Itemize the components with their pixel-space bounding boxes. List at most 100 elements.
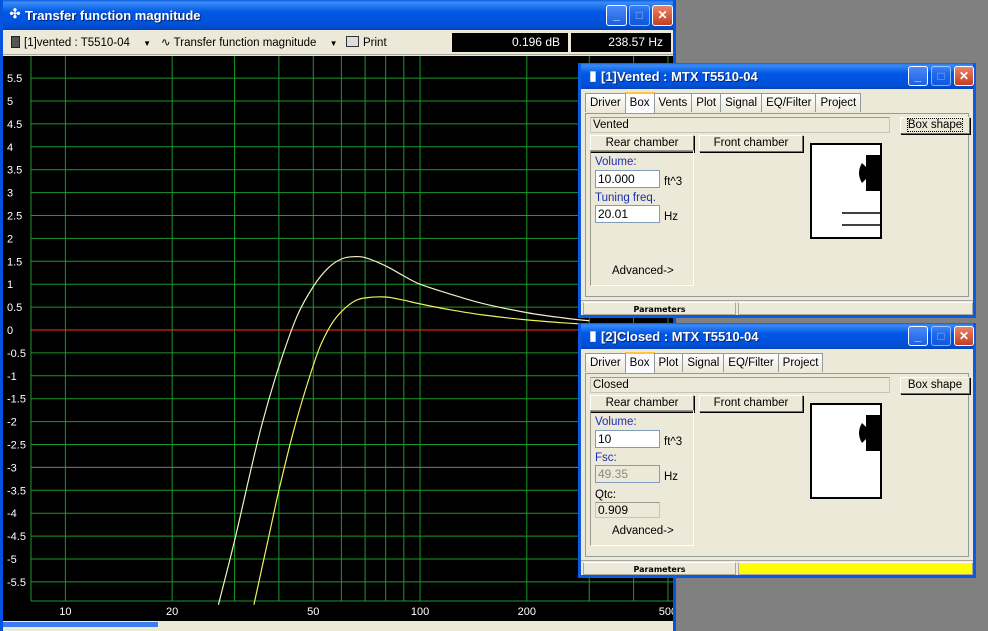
box-type-label: Closed: [590, 377, 890, 393]
x-tick-label: 50: [307, 606, 319, 618]
y-tick-label: -3: [7, 462, 17, 474]
closed-box-diagram: [810, 403, 882, 499]
volume-label: Volume:: [595, 416, 637, 428]
box-shape-label: Box shape: [906, 118, 964, 132]
y-tick-label: -1: [7, 371, 17, 383]
speaker-icon: ▮: [589, 68, 597, 83]
rear-chamber-panel: Volume: 10.000 ft^3 Tuning freq. 20.01 H…: [590, 150, 694, 286]
tab-plot[interactable]: Plot: [691, 93, 722, 112]
vented-box-window: ▮ [1]Vented : MTX T5510-04 _ □ ✕ Driver B…: [578, 63, 976, 318]
fsc-unit: Hz: [664, 471, 679, 483]
tab-vents[interactable]: Vents: [653, 93, 693, 112]
tab-box[interactable]: Box: [624, 352, 655, 373]
front-chamber-button[interactable]: Front chamber: [699, 135, 803, 152]
speaker-icon: [11, 36, 20, 48]
y-tick-label: -5.5: [7, 577, 26, 589]
qtc-value: 0.909: [595, 502, 660, 518]
vented-statusbar: Parameters: [581, 300, 973, 315]
minimize-button[interactable]: _: [606, 5, 627, 26]
tuning-freq-input[interactable]: 20.01: [595, 205, 660, 223]
y-tick-label: -4: [7, 508, 17, 520]
closed-title: [2]Closed : MTX T5510-04: [601, 329, 759, 344]
y-tick-label: 2.5: [7, 211, 22, 223]
view-select[interactable]: ∿ Transfer function magnitude ▼: [161, 34, 338, 52]
print-button[interactable]: Print: [346, 34, 387, 52]
x-tick-label: 100: [411, 606, 429, 618]
advanced-link[interactable]: Advanced->: [612, 265, 674, 277]
x-tick-label: 20: [166, 606, 178, 618]
y-tick-label: 5.5: [7, 73, 22, 85]
x-tick-label: 200: [518, 606, 536, 618]
speaker-driver-icon: [859, 415, 880, 451]
volume-input[interactable]: 10: [595, 430, 660, 448]
vented-titlebar[interactable]: ▮ [1]Vented : MTX T5510-04 _ □ ✕: [581, 63, 974, 89]
front-chamber-button[interactable]: Front chamber: [699, 395, 803, 412]
horizontal-scrollbar[interactable]: [3, 621, 673, 631]
db-readout: 0.196 dB: [452, 33, 568, 52]
tuning-freq-label: Tuning freq.: [595, 192, 656, 204]
minimize-button[interactable]: _: [908, 66, 928, 86]
y-tick-label: 5: [7, 96, 13, 108]
tab-project[interactable]: Project: [815, 93, 862, 112]
close-button[interactable]: ✕: [954, 66, 974, 86]
x-tick-label: 500: [659, 606, 673, 618]
maximize-button[interactable]: □: [931, 326, 951, 346]
maximize-button[interactable]: □: [931, 66, 951, 86]
chart-svg: 5.5 5 4.5 4 3.5 3 2.5 2 1.5 1 0.5 0 -0.5 -1 -1.5 -2 -2.5…: [7, 56, 673, 618]
main-window-title: Transfer function magnitude: [25, 8, 201, 23]
tab-project[interactable]: Project: [777, 353, 824, 372]
vented-tabs: Driver Box Vents Plot Signal EQ/Filter Project: [585, 92, 862, 113]
tab-box[interactable]: Box: [624, 92, 655, 113]
chevron-down-icon: ▼: [143, 39, 152, 48]
closed-tabs: Driver Box Plot Signal EQ/Filter Project: [585, 352, 824, 373]
fsc-label: Fsc:: [595, 452, 617, 464]
volume-unit: ft^3: [664, 176, 683, 188]
maximize-button[interactable]: □: [629, 5, 650, 26]
closed-statusbar: Parameters: [581, 560, 973, 575]
status-empty: [738, 302, 973, 315]
close-button[interactable]: ✕: [954, 326, 974, 346]
tab-plot[interactable]: Plot: [653, 353, 684, 372]
tab-eq-filter[interactable]: EQ/Filter: [723, 353, 779, 372]
y-tick-label: 0.5: [7, 302, 22, 314]
vented-title: [1]Vented : MTX T5510-04: [601, 69, 758, 84]
box-shape-button[interactable]: Box shape: [900, 377, 970, 394]
advanced-link[interactable]: Advanced->: [612, 525, 674, 537]
tab-signal[interactable]: Signal: [720, 93, 763, 112]
box-type-label: Vented: [590, 117, 890, 133]
status-parameters: Parameters: [583, 562, 736, 575]
closed-box-window: ▮ [2]Closed : MTX T5510-04 _ □ ✕ Driver B…: [578, 323, 976, 578]
rear-chamber-panel: Volume: 10 ft^3 Fsc: 49.35 Hz Qtc: 0.909…: [590, 410, 694, 546]
y-tick-label: 1: [7, 279, 13, 291]
y-tick-label: -5: [7, 554, 17, 566]
y-tick-label: 2: [7, 233, 13, 245]
chevron-down-icon: ▼: [329, 39, 338, 48]
magnitude-plot[interactable]: 5.5 5 4.5 4 3.5 3 2.5 2 1.5 1 0.5 0 -0.5 -1 -1.5 -2 -2.5…: [3, 56, 673, 621]
scrollbar-thumb[interactable]: [3, 622, 158, 627]
tab-driver[interactable]: Driver: [585, 353, 626, 372]
close-button[interactable]: ✕: [652, 5, 673, 26]
hz-readout: 238.57 Hz: [571, 33, 671, 52]
vented-box-tab: Vented Box shape Rear chamber Front cham…: [585, 113, 970, 297]
tab-driver[interactable]: Driver: [585, 93, 626, 112]
tab-eq-filter[interactable]: EQ/Filter: [761, 93, 817, 112]
minimize-button[interactable]: _: [908, 326, 928, 346]
y-tick-label: 3.5: [7, 165, 22, 177]
y-tick-label: 1.5: [7, 256, 22, 268]
vented-box-diagram: [810, 143, 882, 239]
main-titlebar[interactable]: ✣ Transfer function magnitude _ □ ✕: [3, 0, 673, 30]
tuning-freq-unit: Hz: [664, 211, 679, 223]
volume-input[interactable]: 10.000: [595, 170, 660, 188]
app-icon: ✣: [9, 6, 21, 21]
speaker-driver-icon: [842, 155, 880, 226]
y-tick-label: -4.5: [7, 531, 26, 543]
y-tick-label: -3.5: [7, 485, 26, 497]
volume-unit: ft^3: [664, 436, 683, 448]
closed-box-tab: Closed Box shape Rear chamber Front cham…: [585, 373, 970, 557]
view-select-value: Transfer function magnitude: [173, 37, 317, 49]
y-tick-label: 3: [7, 188, 13, 200]
box-shape-button[interactable]: Box shape: [900, 117, 970, 134]
tab-signal[interactable]: Signal: [682, 353, 725, 372]
closed-titlebar[interactable]: ▮ [2]Closed : MTX T5510-04 _ □ ✕: [581, 323, 974, 349]
driver-select[interactable]: [1]vented : T5510-04 ▼: [11, 34, 151, 52]
